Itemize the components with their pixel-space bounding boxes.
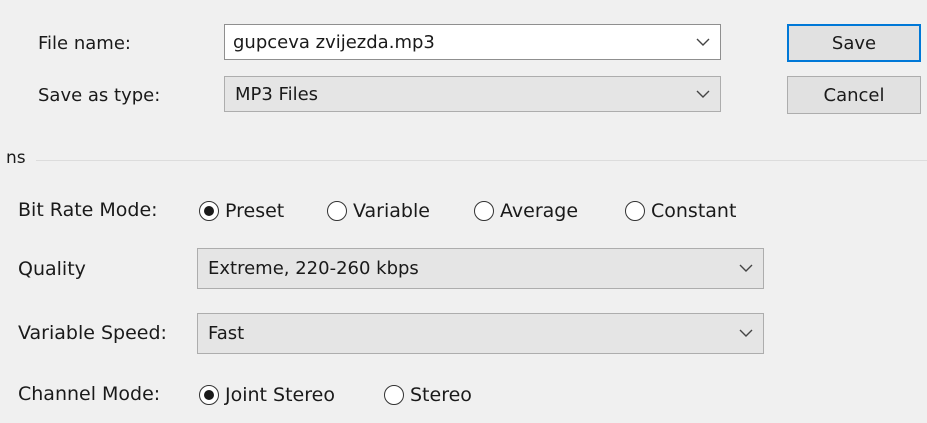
radio-button-icon[interactable] — [199, 385, 219, 405]
radio-button-icon[interactable] — [625, 201, 645, 221]
radio-stereo-label: Stereo — [410, 384, 472, 406]
bit-rate-mode-label: Bit Rate Mode: — [18, 199, 158, 221]
radio-variable-label: Variable — [353, 200, 430, 222]
save-as-type-select[interactable]: MP3 Files — [224, 76, 721, 112]
variable-speed-value: Fast — [208, 323, 245, 344]
radio-button-icon[interactable] — [199, 201, 219, 221]
save-button[interactable]: Save — [787, 24, 921, 62]
variable-speed-label: Variable Speed: — [18, 322, 167, 344]
radio-preset[interactable]: Preset — [199, 200, 284, 222]
radio-average-label: Average — [500, 200, 579, 222]
quality-value: Extreme, 220-260 kbps — [208, 258, 419, 279]
chevron-down-icon[interactable] — [729, 264, 763, 273]
quality-select[interactable]: Extreme, 220-260 kbps — [197, 248, 764, 289]
radio-stereo[interactable]: Stereo — [384, 384, 472, 406]
quality-label: Quality — [18, 258, 86, 280]
radio-constant[interactable]: Constant — [625, 200, 736, 222]
file-name-combobox[interactable]: gupceva zvijezda.mp3 — [224, 24, 721, 60]
radio-joint-stereo[interactable]: Joint Stereo — [199, 384, 335, 406]
radio-average[interactable]: Average — [474, 200, 578, 222]
radio-preset-label: Preset — [225, 200, 285, 222]
radio-variable[interactable]: Variable — [327, 200, 430, 222]
chevron-down-icon[interactable] — [729, 329, 763, 338]
radio-constant-label: Constant — [651, 200, 737, 222]
group-divider — [36, 160, 927, 161]
radio-joint-stereo-label: Joint Stereo — [225, 384, 335, 406]
radio-button-icon[interactable] — [327, 201, 347, 221]
save-as-type-value: MP3 Files — [235, 83, 319, 105]
variable-speed-select[interactable]: Fast — [197, 313, 764, 354]
radio-button-icon[interactable] — [384, 385, 404, 405]
chevron-down-icon[interactable] — [686, 38, 720, 47]
cancel-button[interactable]: Cancel — [787, 76, 921, 114]
chevron-down-icon[interactable] — [686, 90, 720, 99]
options-group-title: ns — [6, 148, 26, 168]
channel-mode-label: Channel Mode: — [18, 383, 161, 405]
file-name-label: File name: — [38, 33, 131, 54]
radio-button-icon[interactable] — [474, 201, 494, 221]
save-as-type-label: Save as type: — [38, 85, 161, 106]
file-name-value[interactable]: gupceva zvijezda.mp3 — [225, 32, 686, 53]
